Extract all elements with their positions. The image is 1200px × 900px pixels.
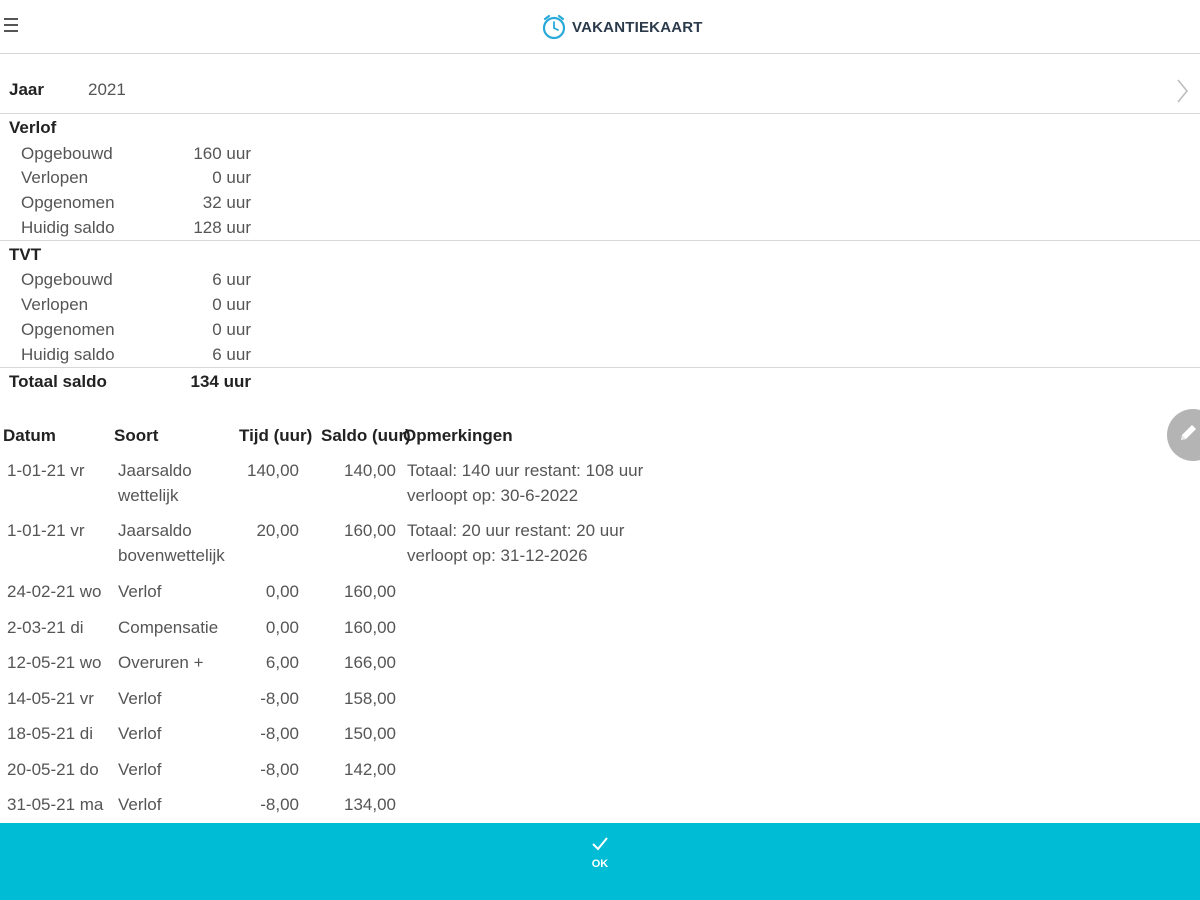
section-title-tvt: TVT (9, 245, 42, 264)
column-header-opmerkingen: Opmerkingen (403, 426, 513, 445)
clock-logo-icon (542, 14, 566, 40)
hamburger-menu-icon[interactable] (4, 18, 20, 36)
cell-soort: Verlof (118, 724, 162, 743)
cell-tijd: -8,00 (260, 795, 299, 814)
divider (0, 240, 1200, 241)
cell-saldo: 142,00 (344, 760, 396, 779)
verlof-verlopen-label: Verlopen (21, 168, 89, 187)
cell-opmerkingen: verloopt op: 30-6-2022 (407, 486, 579, 505)
cell-opmerkingen: Totaal: 20 uur restant: 20 uur (407, 521, 625, 540)
cell-saldo: 166,00 (344, 653, 396, 672)
cell-saldo: 160,00 (344, 521, 396, 540)
divider (0, 367, 1200, 368)
year-label: Jaar (9, 80, 44, 99)
cell-datum: 24-02-21 wo (7, 582, 102, 601)
verlof-opgebouwd-label: Opgebouwd (21, 144, 113, 163)
column-header-datum: Datum (3, 426, 56, 445)
cell-opmerkingen: Totaal: 140 uur restant: 108 uur (407, 461, 644, 480)
cell-soort: Jaarsaldo (118, 521, 192, 540)
ok-button[interactable]: OK (0, 823, 1200, 900)
cell-soort: bovenwettelijk (118, 546, 225, 565)
app-header: VAKANTIEKAART (0, 0, 1200, 54)
tvt-opgenomen-value: 0 uur (212, 320, 251, 339)
app-title: VAKANTIEKAART (572, 18, 703, 36)
cell-datum: 20-05-21 do (7, 760, 99, 779)
cell-saldo: 140,00 (344, 461, 396, 480)
cell-opmerkingen: verloopt op: 31-12-2026 (407, 546, 588, 565)
cell-saldo: 160,00 (344, 582, 396, 601)
cell-soort: Verlof (118, 582, 162, 601)
cell-saldo: 158,00 (344, 689, 396, 708)
cell-tijd: 20,00 (256, 521, 299, 540)
cell-soort: Verlof (118, 760, 162, 779)
totaal-saldo-value: 134 uur (190, 372, 251, 391)
verlof-opgenomen-label: Opgenomen (21, 193, 115, 212)
cell-tijd: -8,00 (260, 689, 299, 708)
cell-tijd: 140,00 (247, 461, 299, 480)
cell-soort: Verlof (118, 795, 162, 814)
cell-tijd: 0,00 (265, 618, 299, 637)
cell-soort: Overuren + (118, 653, 204, 672)
verlof-huidig-saldo-value: 128 uur (193, 218, 251, 237)
column-header-saldo: Saldo (uur) (321, 426, 411, 445)
tvt-opgebouwd-value: 6 uur (212, 270, 251, 289)
cell-tijd: -8,00 (260, 724, 299, 743)
section-title-verlof: Verlof (9, 118, 57, 137)
app-brand: VAKANTIEKAART (540, 10, 703, 44)
tvt-huidig-saldo-value: 6 uur (212, 345, 251, 364)
cell-datum: 31-05-21 ma (7, 795, 104, 814)
cell-datum: 12-05-21 wo (7, 653, 102, 672)
column-header-soort: Soort (114, 426, 159, 445)
cell-soort: Compensatie (118, 618, 219, 637)
cell-datum: 14-05-21 vr (7, 689, 94, 708)
column-header-tijd: Tijd (uur) (239, 426, 313, 445)
verlof-verlopen-value: 0 uur (212, 168, 251, 187)
cell-saldo: 150,00 (344, 724, 396, 743)
cell-datum: 2-03-21 di (7, 618, 84, 637)
edit-button[interactable] (1167, 409, 1200, 461)
pencil-icon (1181, 425, 1196, 440)
cell-saldo: 134,00 (344, 795, 396, 814)
tvt-huidig-saldo-label: Huidig saldo (21, 345, 115, 364)
cell-soort: wettelijk (118, 486, 179, 505)
cell-datum: 1-01-21 vr (7, 521, 85, 540)
checkmark-icon (592, 837, 608, 851)
cell-saldo: 160,00 (344, 618, 396, 637)
cell-soort: Verlof (118, 689, 162, 708)
cell-soort: Jaarsaldo (118, 461, 192, 480)
cell-tijd: 6,00 (265, 653, 299, 672)
tvt-opgenomen-label: Opgenomen (21, 320, 115, 339)
cell-datum: 18-05-21 di (7, 724, 94, 743)
ok-label: OK (591, 858, 609, 870)
cell-tijd: -8,00 (260, 760, 299, 779)
tvt-opgebouwd-label: Opgebouwd (21, 270, 113, 289)
cell-datum: 1-01-21 vr (7, 461, 85, 480)
chevron-right-icon[interactable] (1174, 76, 1192, 106)
cell-tijd: 0,00 (265, 582, 299, 601)
tvt-verlopen-label: Verlopen (21, 295, 89, 314)
tvt-verlopen-value: 0 uur (212, 295, 251, 314)
year-selector[interactable]: Jaar 2021 (0, 72, 1200, 114)
verlof-huidig-saldo-label: Huidig saldo (21, 218, 115, 237)
verlof-opgebouwd-value: 160 uur (193, 144, 251, 163)
verlof-opgenomen-value: 32 uur (202, 193, 251, 212)
totaal-saldo-label: Totaal saldo (9, 372, 107, 391)
year-value: 2021 (88, 80, 126, 99)
